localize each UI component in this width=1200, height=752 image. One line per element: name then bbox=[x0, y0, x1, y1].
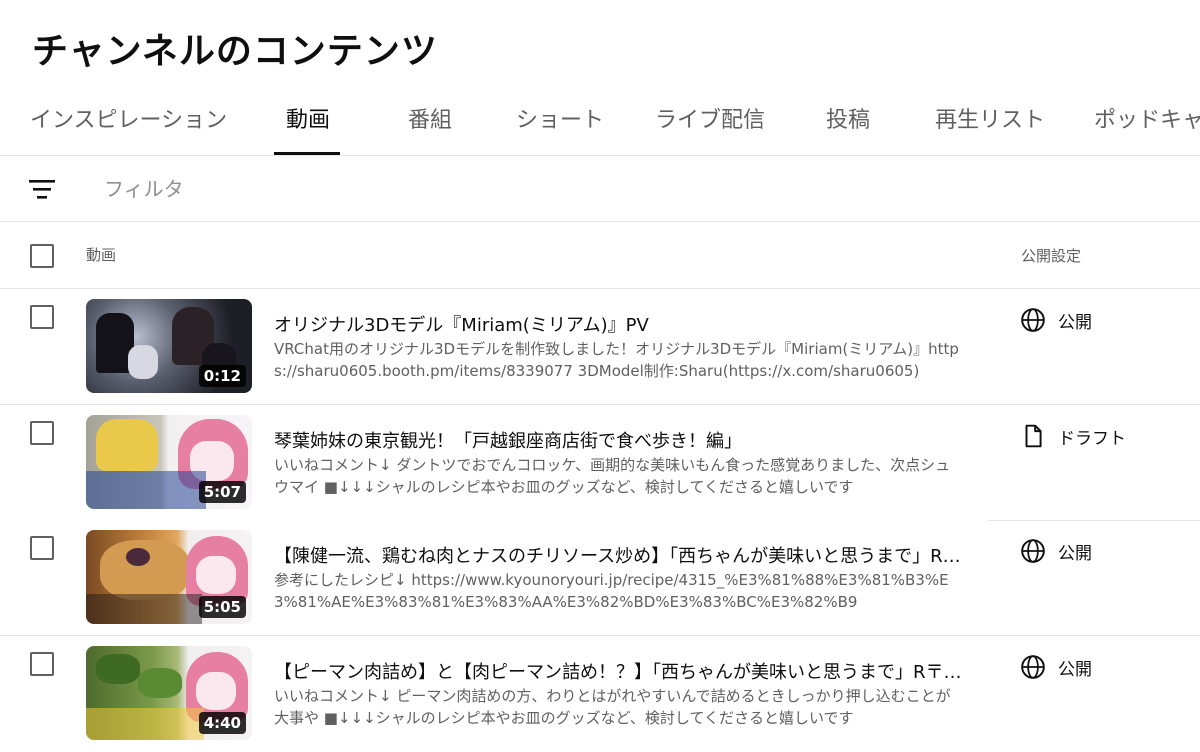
thumbnail-food bbox=[96, 654, 140, 684]
video-thumbnail[interactable]: 5:05 bbox=[86, 530, 252, 624]
video-thumbnail[interactable]: 5:07 bbox=[86, 415, 252, 509]
visibility-label: 公開 bbox=[1058, 312, 1092, 333]
select-all-checkbox[interactable] bbox=[30, 244, 54, 268]
video-description: 参考にしたレシピ↓ https://www.kyounoryouri.jp/re… bbox=[274, 571, 949, 611]
video-title[interactable]: 【ピーマン肉詰め】と【肉ピーマン詰め！？】「西ちゃんが美味いと思うまで」R〒… bbox=[274, 658, 964, 684]
visibility-label: 公開 bbox=[1058, 659, 1092, 680]
tab-podcasts[interactable]: ポッドキャスト bbox=[1094, 90, 1200, 155]
thumbnail-caption-band bbox=[86, 471, 206, 509]
draft-document-icon bbox=[1025, 424, 1042, 448]
video-duration: 5:07 bbox=[198, 481, 246, 503]
video-description: VRChat用のオリジナル3Dモデルを制作致しました！オリジナル3Dモデル『Mi… bbox=[274, 340, 959, 380]
globe-icon bbox=[1021, 539, 1045, 563]
tab-shorts[interactable]: ショート bbox=[516, 90, 604, 155]
tab-playlists[interactable]: 再生リスト bbox=[935, 90, 1045, 155]
video-description: いいねコメント↓ ダントツでおでんコロッケ、画期的な美味いもん食った感覚ありまし… bbox=[274, 456, 951, 496]
filter-lines-icon[interactable] bbox=[29, 178, 55, 200]
filter-bar bbox=[0, 156, 1200, 222]
table-row[interactable]: 5:07 琴葉姉妹の東京観光！「戸越銀座商店街で食べ歩き！編」 いいねコメント↓… bbox=[0, 405, 1200, 521]
visibility-label: ドラフト bbox=[1058, 428, 1126, 449]
globe-icon bbox=[1021, 308, 1045, 332]
video-title[interactable]: オリジナル3Dモデル『Miriam(ミリアム)』PV bbox=[274, 311, 964, 337]
video-duration: 4:40 bbox=[198, 712, 246, 734]
tab-inspiration[interactable]: インスピレーション bbox=[30, 90, 227, 155]
content-tabs: インスピレーション 動画 番組 ショート ライブ配信 投稿 再生リスト ポッドキ… bbox=[0, 90, 1200, 156]
table-row[interactable]: 5:05 【陳健一流、鶏むね肉とナスのチリソース炒め】「西ちゃんが美味いと思うま… bbox=[0, 520, 1200, 636]
thumbnail-caption-band bbox=[86, 594, 202, 624]
globe-icon bbox=[1021, 655, 1045, 679]
thumbnail-figure bbox=[128, 345, 158, 379]
table-row[interactable]: 4:40 【ピーマン肉詰め】と【肉ピーマン詰め！？】「西ちゃんが美味いと思うまで… bbox=[0, 636, 1200, 752]
tab-shows[interactable]: 番組 bbox=[408, 90, 452, 155]
video-duration: 0:12 bbox=[198, 365, 246, 387]
thumbnail-character bbox=[96, 419, 158, 471]
row-checkbox[interactable] bbox=[30, 305, 54, 329]
thumbnail-character-face bbox=[196, 556, 236, 594]
filter-input[interactable] bbox=[104, 172, 504, 206]
column-header-visibility: 公開設定 bbox=[1021, 247, 1082, 265]
video-duration: 5:05 bbox=[198, 596, 246, 618]
row-checkbox[interactable] bbox=[30, 652, 54, 676]
visibility-status[interactable]: ドラフト bbox=[1020, 421, 1126, 451]
thumbnail-food bbox=[138, 668, 182, 698]
column-header-video: 動画 bbox=[86, 246, 117, 264]
tab-videos[interactable]: 動画 bbox=[286, 90, 330, 155]
row-checkbox[interactable] bbox=[30, 536, 54, 560]
video-title[interactable]: 【陳健一流、鶏むね肉とナスのチリソース炒め】「西ちゃんが美味いと思うまで」R… bbox=[274, 542, 964, 568]
row-checkbox[interactable] bbox=[30, 421, 54, 445]
table-header: 動画 公開設定 bbox=[0, 222, 1200, 289]
video-description: いいねコメント↓ ピーマン肉詰めの方、わりとはがれやすいんで詰めるときしっかり押… bbox=[274, 687, 951, 727]
visibility-status[interactable]: 公開 bbox=[1020, 536, 1092, 566]
visibility-status[interactable]: 公開 bbox=[1020, 305, 1092, 335]
video-thumbnail[interactable]: 0:12 bbox=[86, 299, 252, 393]
thumbnail-caption-band bbox=[86, 708, 204, 740]
table-row[interactable]: 0:12 オリジナル3Dモデル『Miriam(ミリアム)』PV VRChat用の… bbox=[0, 289, 1200, 405]
video-title[interactable]: 琴葉姉妹の東京観光！「戸越銀座商店街で食べ歩き！編」 bbox=[274, 427, 964, 453]
visibility-status[interactable]: 公開 bbox=[1020, 652, 1092, 682]
tab-live[interactable]: ライブ配信 bbox=[655, 90, 765, 155]
tab-posts[interactable]: 投稿 bbox=[826, 90, 870, 155]
thumbnail-character-face bbox=[196, 672, 236, 710]
visibility-label: 公開 bbox=[1058, 543, 1092, 564]
active-tab-indicator bbox=[274, 152, 340, 155]
thumbnail-food bbox=[126, 548, 150, 566]
page-title: チャンネルのコンテンツ bbox=[32, 31, 438, 72]
video-thumbnail[interactable]: 4:40 bbox=[86, 646, 252, 740]
